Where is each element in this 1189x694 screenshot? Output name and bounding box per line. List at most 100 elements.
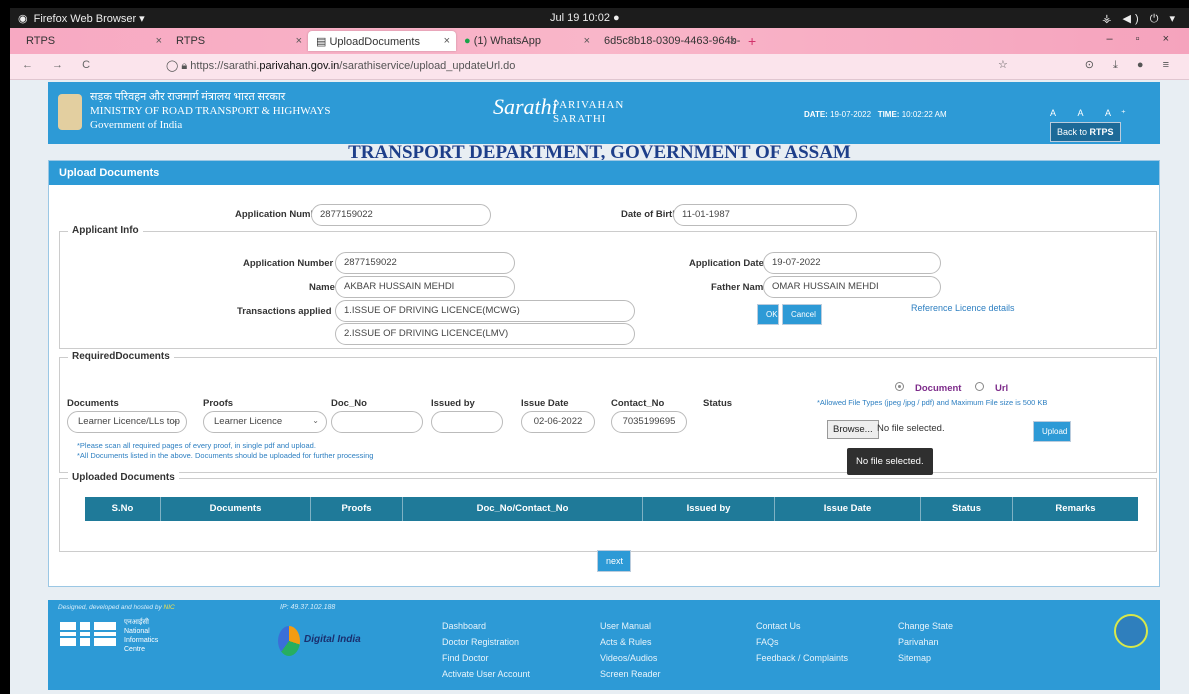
help-mascot-icon[interactable] — [1114, 614, 1148, 648]
nic-hindi: एनआईसी — [124, 619, 149, 626]
document-radio-label: Document — [915, 383, 962, 394]
top-dob-field[interactable]: 11-01-1987 — [673, 204, 857, 226]
tab-rtps-1[interactable]: RTPS × — [18, 31, 168, 51]
site-footer: Designed, developed and hosted by NIC IP… — [48, 600, 1160, 690]
footer-link[interactable]: Sitemap — [898, 650, 953, 666]
whatsapp-icon: ● — [464, 35, 474, 47]
required-documents-legend: RequiredDocuments — [68, 351, 174, 362]
ip-address: IP: 49.37.102.188 — [280, 604, 336, 611]
app-menu[interactable]: ◉ Firefox Web Browser ▾ — [18, 12, 145, 25]
url-radio[interactable] — [975, 382, 984, 391]
sarathi-logo[interactable]: Sarathi — [493, 94, 558, 120]
footer-link[interactable]: Find Doctor — [442, 650, 530, 666]
th-docno-contact: Doc_No/Contact_No — [403, 497, 643, 521]
col-doc-no: Doc_No — [331, 398, 367, 409]
url-field[interactable]: ◯ 🔒︎ https://sarathi.parivahan.gov.in/sa… — [166, 59, 515, 73]
col-documents: Documents — [67, 398, 119, 409]
footer-link[interactable]: Activate User Account — [442, 666, 530, 682]
date-value: 19-07-2022 — [830, 110, 872, 119]
footer-link[interactable]: Dashboard — [442, 618, 530, 634]
tab-label: RTPS — [176, 35, 206, 47]
th-status: Status — [921, 497, 1013, 521]
browse-button[interactable]: Browse... — [827, 420, 879, 439]
url-prefix: https://sarathi. — [190, 60, 260, 72]
applicant-info-legend: Applicant Info — [68, 225, 143, 236]
top-app-number-field[interactable]: 2877159022 — [311, 204, 491, 226]
contact-field[interactable]: 7035199695 — [611, 411, 687, 433]
tab-rtps-2[interactable]: RTPS × — [168, 31, 308, 51]
font-size-controls[interactable]: A A A⁺ — [1050, 108, 1136, 119]
lock-icon: 🔒︎ — [181, 60, 191, 72]
logo-parivahan: PARIVAHAN — [553, 99, 625, 111]
proofs-select[interactable]: Learner Licence ⌄ — [203, 411, 327, 433]
upload-documents-panel: Upload Documents Application Number 2877… — [48, 160, 1160, 587]
footer-link[interactable]: Change State — [898, 618, 953, 634]
transaction-2-field[interactable]: 2.ISSUE OF DRIVING LICENCE(LMV) — [335, 323, 635, 345]
issue-date-field[interactable]: 02-06-2022 — [521, 411, 595, 433]
new-tab-button[interactable]: + — [748, 33, 756, 49]
nav-buttons[interactable]: ← → C — [22, 59, 98, 71]
designed-link[interactable]: NIC — [164, 604, 175, 611]
col-contact: Contact_No — [611, 398, 665, 409]
footer-link[interactable]: Acts & Rules — [600, 634, 661, 650]
upload-button[interactable]: Upload — [1033, 421, 1071, 442]
system-tray[interactable]: ⚶ ◀) ⏻ ▾ — [1102, 12, 1179, 26]
footer-link[interactable]: User Manual — [600, 618, 661, 634]
footer-col-4: Change State Parivahan Sitemap — [898, 618, 953, 666]
next-button[interactable]: next — [597, 550, 631, 572]
close-icon[interactable]: × — [444, 35, 450, 47]
issued-by-field[interactable] — [431, 411, 503, 433]
tab-upload-documents[interactable]: ▤ UploadDocuments × — [308, 31, 456, 51]
footer-link[interactable]: Doctor Registration — [442, 634, 530, 650]
top-dob-label: Date of Birth — [621, 209, 678, 220]
government-of-india: Government of India — [90, 119, 183, 131]
os-top-bar: ◉ Firefox Web Browser ▾ Jul 19 10:02 ● ⚶… — [10, 8, 1189, 28]
footer-link[interactable]: Feedback / Complaints — [756, 650, 848, 666]
tab-pdf[interactable]: 6d5c8b18-0309-4463-964b- × — [596, 31, 742, 51]
shield-icon: ◯ — [166, 60, 182, 72]
nic-line-1: National — [124, 628, 150, 635]
document-radio[interactable] — [895, 382, 904, 391]
close-icon[interactable]: × — [156, 35, 162, 47]
close-icon[interactable]: × — [296, 35, 302, 47]
date-time: DATE: 19-07-2022 TIME: 10:02:22 AM — [804, 110, 947, 119]
col-status: Status — [703, 398, 733, 409]
os-clock[interactable]: Jul 19 10:02 ● — [550, 12, 620, 24]
father-name-label: Father Name — [711, 282, 769, 293]
close-icon[interactable]: × — [584, 35, 590, 47]
close-icon[interactable]: × — [730, 35, 736, 47]
logo-sarathi: SARATHI — [553, 113, 607, 125]
father-name-field[interactable]: OMAR HUSSAIN MEHDI — [763, 276, 941, 298]
ministry-english: MINISTRY OF ROAD TRANSPORT & HIGHWAYS — [90, 105, 331, 117]
footer-link[interactable]: FAQs — [756, 634, 848, 650]
doc-no-field[interactable] — [331, 411, 423, 433]
chevron-down-icon: ⌄ — [312, 416, 319, 425]
footer-link[interactable]: Screen Reader — [600, 666, 661, 682]
col-issued-by: Issued by — [431, 398, 475, 409]
app-number-field[interactable]: 2877159022 — [335, 252, 515, 274]
ministry-block: सड़क परिवहन और राजमार्ग मंत्रालय भारत सर… — [90, 90, 330, 132]
window-controls[interactable]: – ▫ × — [1106, 33, 1179, 45]
tab-whatsapp[interactable]: ● (1) WhatsApp × — [456, 31, 596, 51]
app-date-field[interactable]: 19-07-2022 — [763, 252, 941, 274]
footer-col-2: User Manual Acts & Rules Videos/Audios S… — [600, 618, 661, 682]
ok-button[interactable]: OK — [757, 304, 779, 325]
th-issued-by: Issued by — [643, 497, 775, 521]
col-proofs: Proofs — [203, 398, 234, 409]
bookmark-star-icon[interactable]: ☆ — [998, 58, 1008, 71]
back-to-rtps-button[interactable]: Back to RTPS — [1050, 122, 1121, 142]
toolbar-icons[interactable]: ⊙ ⤓ ● ≡ — [1085, 58, 1177, 72]
name-field[interactable]: AKBAR HUSSAIN MEHDI — [335, 276, 515, 298]
footer-link[interactable]: Parivahan — [898, 634, 953, 650]
th-sno: S.No — [85, 497, 161, 521]
site-header: सड़क परिवहन और राजमार्ग मंत्रालय भारत सर… — [48, 82, 1160, 144]
transaction-1-field[interactable]: 1.ISSUE OF DRIVING LICENCE(MCWG) — [335, 300, 635, 322]
reference-licence-link[interactable]: Reference Licence details — [911, 303, 1015, 313]
uploaded-table-header: S.No Documents Proofs Doc_No/Contact_No … — [85, 497, 1138, 521]
documents-select[interactable]: Learner Licence/LLs top ⌄ — [67, 411, 187, 433]
cancel-button[interactable]: Cancel — [782, 304, 822, 325]
url-domain: parivahan.gov.in — [259, 60, 340, 72]
footer-link[interactable]: Contact Us — [756, 618, 848, 634]
firefox-icon: ◉ — [18, 13, 28, 25]
footer-link[interactable]: Videos/Audios — [600, 650, 661, 666]
